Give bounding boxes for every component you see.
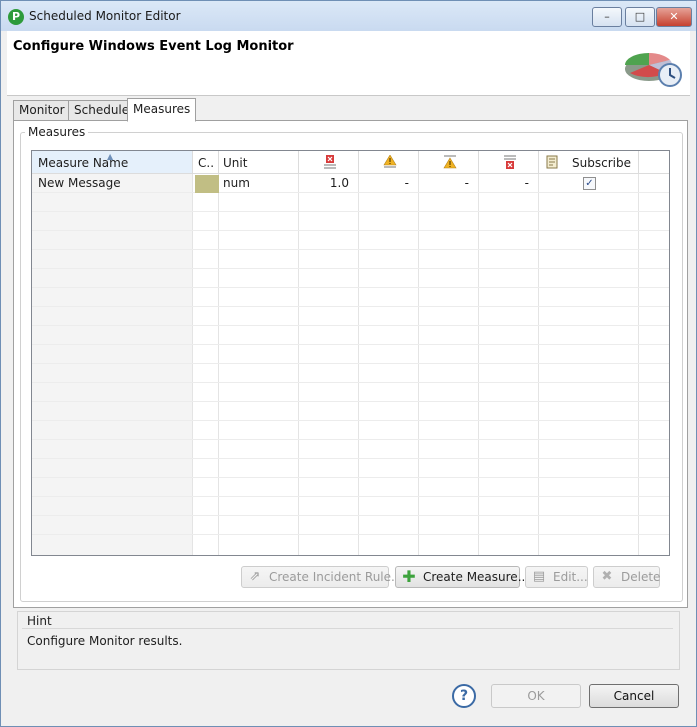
window-title: Scheduled Monitor Editor bbox=[29, 9, 181, 23]
table-row-empty bbox=[32, 269, 669, 288]
table-row-empty bbox=[32, 326, 669, 345]
delete-icon: ✖ bbox=[601, 569, 613, 584]
subscribe-checkbox[interactable]: ✓ bbox=[583, 177, 596, 190]
warning-threshold-icon bbox=[383, 155, 397, 168]
monitor-chart-icon bbox=[625, 53, 682, 87]
button-label: Edit... bbox=[553, 570, 588, 584]
edit-button[interactable]: ▤ Edit... bbox=[525, 566, 588, 588]
incident-rule-icon: ⇗ bbox=[249, 569, 261, 584]
delete-button[interactable]: ✖ Delete bbox=[593, 566, 660, 588]
table-row-empty bbox=[32, 250, 669, 269]
help-icon[interactable]: ? bbox=[452, 684, 476, 708]
tab-measures[interactable]: Measures bbox=[127, 98, 197, 122]
button-label: Create Incident Rule... bbox=[269, 570, 403, 584]
subscribe-icon bbox=[546, 155, 558, 169]
table-row-empty bbox=[32, 459, 669, 478]
column-label: C.. bbox=[198, 156, 215, 170]
table-row[interactable]: New Message num 1.0 - - - ✓ bbox=[32, 174, 669, 193]
hint-text: Configure Monitor results. bbox=[27, 634, 183, 648]
column-label: Measure Name bbox=[38, 156, 129, 170]
column-label: Subscribe bbox=[572, 156, 631, 170]
table-header: ▲ Measure Name C.. Unit Subscribe bbox=[32, 151, 669, 174]
tab-monitor[interactable]: Monitor bbox=[13, 100, 71, 120]
table-row-empty bbox=[32, 288, 669, 307]
threshold-4-cell: - bbox=[524, 176, 529, 190]
table-row-empty bbox=[32, 497, 669, 516]
wizard-header: Configure Windows Event Log Monitor bbox=[7, 31, 690, 96]
threshold-1-cell: 1.0 bbox=[329, 176, 349, 190]
table-row-empty bbox=[32, 231, 669, 250]
table-row-empty bbox=[32, 478, 669, 497]
measures-group: Measures ▲ Measure Name C.. Unit Subscri… bbox=[20, 125, 683, 602]
column-header-warning-low[interactable] bbox=[419, 151, 479, 173]
close-button[interactable]: ✕ bbox=[656, 7, 692, 27]
add-icon: ✚ bbox=[402, 567, 416, 586]
hint-panel: Hint Configure Monitor results. bbox=[17, 611, 680, 670]
column-header-warning-high[interactable] bbox=[359, 151, 419, 173]
tab-schedule[interactable]: Schedule bbox=[68, 100, 136, 120]
app-logo-icon: P bbox=[8, 9, 24, 25]
warning-low-threshold-icon bbox=[443, 155, 457, 169]
table-row-empty bbox=[32, 364, 669, 383]
edit-icon: ▤ bbox=[532, 569, 546, 584]
minimize-button[interactable]: – bbox=[592, 7, 622, 27]
column-label: Unit bbox=[223, 156, 248, 170]
measure-name-cell: New Message bbox=[38, 176, 121, 190]
critical-low-threshold-icon bbox=[504, 155, 516, 169]
threshold-2-cell: - bbox=[404, 176, 409, 190]
title-bar: P Scheduled Monitor Editor – □ ✕ bbox=[1, 1, 696, 31]
table-row-empty bbox=[32, 516, 669, 535]
column-header-measure-name[interactable]: ▲ Measure Name bbox=[32, 151, 193, 173]
measure-color-swatch[interactable] bbox=[195, 175, 219, 193]
column-header-critical-high[interactable] bbox=[299, 151, 359, 173]
column-header-critical-low[interactable] bbox=[479, 151, 539, 173]
hint-title: Hint bbox=[27, 614, 52, 628]
table-row-empty bbox=[32, 440, 669, 459]
group-title: Measures bbox=[25, 125, 89, 139]
table-row-empty bbox=[32, 402, 669, 421]
table-row-empty bbox=[32, 383, 669, 402]
ok-button[interactable]: OK bbox=[491, 684, 581, 708]
threshold-3-cell: - bbox=[464, 176, 469, 190]
button-label: Create Measure... bbox=[423, 570, 530, 584]
dialog-window: P Scheduled Monitor Editor – □ ✕ Configu… bbox=[0, 0, 697, 727]
maximize-button[interactable]: □ bbox=[625, 7, 655, 27]
column-header-unit[interactable]: Unit bbox=[219, 151, 299, 173]
column-header-subscribe[interactable]: Subscribe bbox=[539, 151, 639, 173]
column-header-color[interactable]: C.. bbox=[193, 151, 219, 173]
table-row-empty bbox=[32, 345, 669, 364]
cancel-button[interactable]: Cancel bbox=[589, 684, 679, 708]
table-row-empty bbox=[32, 193, 669, 212]
table-row-empty bbox=[32, 212, 669, 231]
button-label: Delete bbox=[621, 570, 661, 584]
table-row-empty bbox=[32, 421, 669, 440]
table-row-empty bbox=[32, 307, 669, 326]
create-measure-button[interactable]: ✚ Create Measure... bbox=[395, 566, 529, 588]
page-title: Configure Windows Event Log Monitor bbox=[13, 39, 294, 54]
measures-table[interactable]: ▲ Measure Name C.. Unit Subscribe New Me… bbox=[31, 150, 670, 556]
unit-cell: num bbox=[223, 176, 250, 190]
critical-threshold-icon bbox=[324, 155, 336, 169]
create-incident-rule-button[interactable]: ⇗ Create Incident Rule... bbox=[241, 566, 402, 588]
measures-tab-panel: Measures ▲ Measure Name C.. Unit Subscri… bbox=[13, 120, 688, 608]
